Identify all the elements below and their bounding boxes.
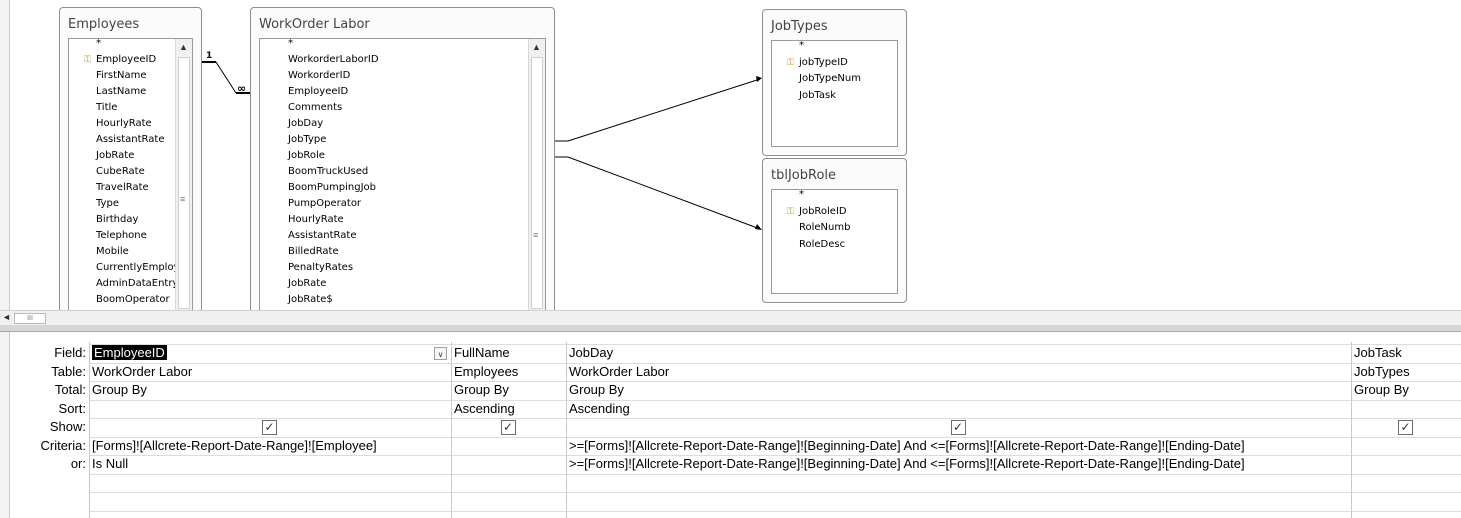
grid-cell-text: Is Null [92,456,129,471]
row-label: Criteria: [40,437,86,453]
grid-row-line [89,418,1461,419]
join-workorder-jobrole[interactable] [555,156,762,230]
grid-cell-text: Group By [1354,382,1409,397]
grid-cell-table[interactable]: Employees [451,363,566,382]
pane-splitter[interactable] [0,325,1461,332]
grid-cell-sort[interactable] [89,400,451,419]
grid-cell-criteria[interactable] [1351,437,1461,456]
grid-cell-or[interactable] [1351,455,1461,474]
grid-cell-text: [Forms]![Allcrete-Report-Date-Range]![Em… [92,437,377,453]
many-side-label: ∞ [237,82,246,95]
grid-row-line [89,510,1461,512]
grid-cell-total[interactable]: Group By [451,381,566,400]
grid-cell-text: JobTask [1354,345,1402,360]
grid-cell-or[interactable]: Is Null [89,455,451,474]
grid-cell-sort[interactable] [1351,400,1461,419]
grid-cell-or[interactable]: >=[Forms]![Allcrete-Report-Date-Range]![… [566,455,1351,474]
row-label: or: [70,456,86,471]
grid-cell-text: >=[Forms]![Allcrete-Report-Date-Range]![… [569,437,1245,453]
grid-cell-field[interactable]: JobTask [1351,344,1461,363]
row-label: Field: [54,345,86,360]
row-label: Sort: [58,400,86,416]
row-label: Table: [51,363,86,379]
show-checkbox[interactable]: ✓ [950,420,966,435]
grid-cell-text: WorkOrder Labor [92,363,193,379]
query-design-grid[interactable]: Field: Table: Total: Sort: Show: Criteria: or:… [0,332,1461,518]
grid-cell-table[interactable]: JobTypes [1351,363,1461,382]
one-side-label: 1 [206,51,212,61]
grid-cell-sort[interactable]: Ascending [566,400,1351,419]
grid-cell-text: WorkOrder Labor [569,363,670,379]
grid-cell-text: JobTypes [1354,363,1410,379]
grid-row-line [89,492,1461,493]
grid-cell-criteria[interactable]: [Forms]![Allcrete-Report-Date-Range]![Em… [89,437,451,456]
show-checkbox[interactable]: ✓ [500,420,516,435]
grid-cell-text: JobDay [569,345,614,360]
grid-cell-criteria[interactable]: >=[Forms]![Allcrete-Report-Date-Range]![… [566,437,1351,456]
grid-cell-total[interactable]: Group By [1351,381,1461,400]
show-checkbox[interactable]: ✓ [262,420,277,435]
grid-cell-field[interactable]: EmployeeID [89,344,451,363]
grid-cell-criteria[interactable] [451,437,566,456]
scroll-left-icon[interactable]: ◄ [2,312,11,322]
grid-cell-total[interactable]: Group By [566,381,1351,400]
grid-cell-text: Group By [569,382,624,397]
grid-cell-text: Group By [92,382,147,397]
grid-cell-text: Employees [454,363,519,379]
grid-cell-text: Group By [454,382,509,397]
grid-cell-text: Ascending [569,400,630,416]
grid-cell-text: FullName [454,345,510,360]
show-checkbox[interactable]: ✓ [1398,420,1413,435]
grid-row-line [89,473,1461,475]
grid-cell-text: >=[Forms]![Allcrete-Report-Date-Range]![… [569,456,1245,471]
grid-left-edge [0,332,10,518]
grid-cell-text: Ascending [454,400,515,416]
grid-cell-or[interactable] [451,455,566,474]
grid-cell-field[interactable]: FullName [451,344,566,363]
grid-cell-table[interactable]: WorkOrder Labor [89,363,451,382]
row-label: Total: [54,382,86,397]
relationship-pane[interactable]: Employees * EmployeeID ⚿ FirstName LastName T… [0,0,1461,310]
grid-cell-sort[interactable]: Ascending [451,400,566,419]
hscroll-thumb[interactable]: III [14,313,46,324]
relationship-pane-hscrollbar[interactable]: ◄ III [0,310,1461,326]
chevron-down-icon[interactable]: ∨ [434,347,447,360]
grid-cell-total[interactable]: Group By [89,381,451,400]
grid-cell-text: EmployeeID [92,345,167,360]
grid-cell-field[interactable]: JobDay [566,344,1351,363]
row-label: Show: [49,419,86,434]
join-workorder-jobtypes[interactable] [555,76,762,142]
grid-cell-table[interactable]: WorkOrder Labor [566,363,1351,382]
join-lines: 1 ∞ [202,51,762,230]
